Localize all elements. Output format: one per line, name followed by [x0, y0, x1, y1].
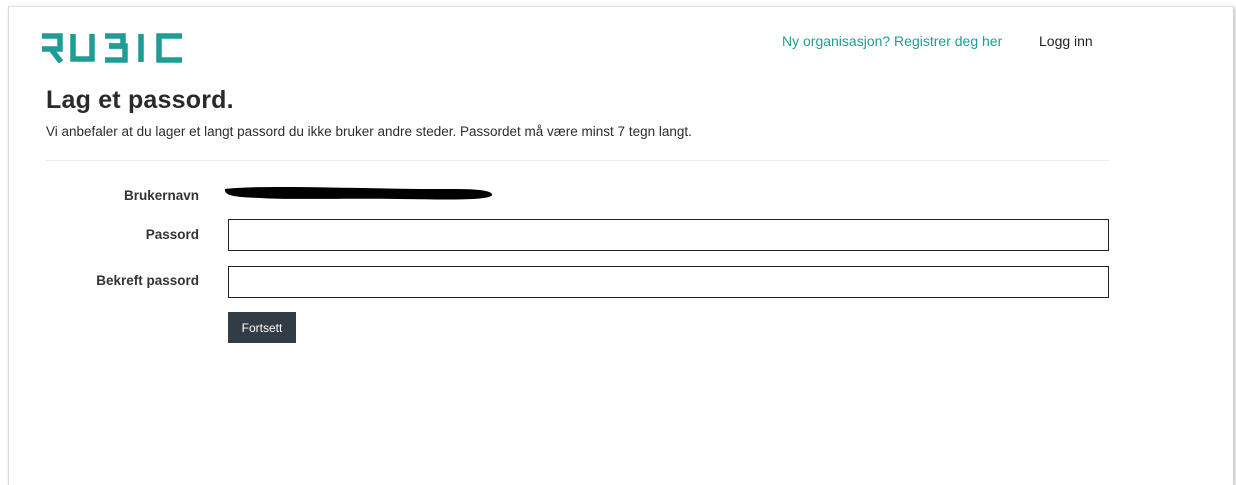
password-label: Passord [145, 227, 199, 242]
register-organization-link[interactable]: Ny organisasjon? Registrer deg her [782, 33, 1002, 49]
divider [46, 160, 1109, 161]
page-frame: Ny organisasjon? Registrer deg her Logg … [8, 6, 1234, 485]
username-redaction [224, 186, 493, 200]
confirm-password-input[interactable] [228, 266, 1109, 298]
login-link[interactable]: Logg inn [1039, 33, 1093, 49]
intro-text: Vi anbefaler at du lager et langt passor… [46, 124, 692, 139]
password-input[interactable] [228, 219, 1109, 251]
page-title: Lag et passord. [46, 86, 234, 114]
confirm-password-label: Bekreft passord [96, 273, 199, 288]
continue-button[interactable]: Fortsett [228, 312, 296, 343]
rubic-logo [42, 33, 182, 64]
username-label: Brukernavn [123, 188, 199, 203]
